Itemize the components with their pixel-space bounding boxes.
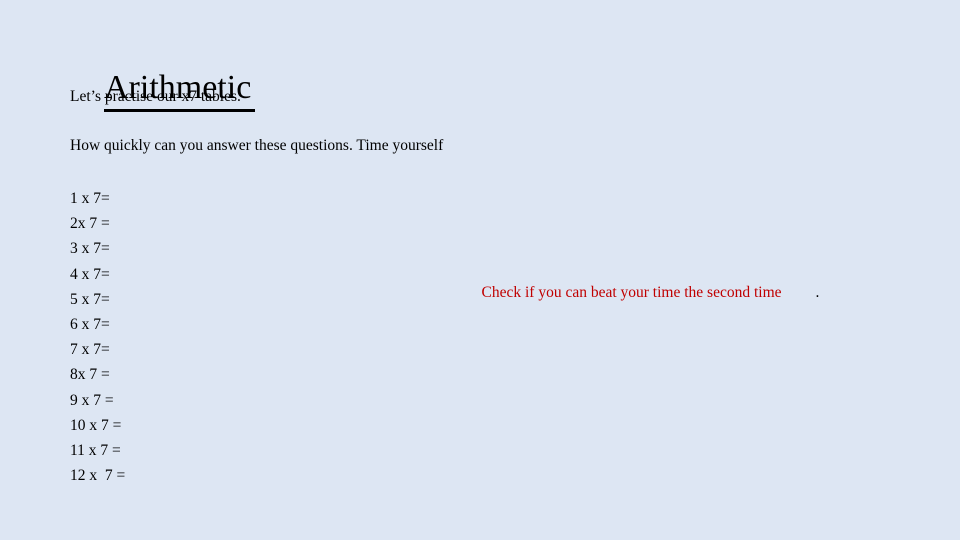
list-item: 2x 7 = <box>70 215 110 233</box>
note-trailing-period: . <box>815 284 820 301</box>
note-text: Check if you can beat your time the seco… <box>481 284 782 301</box>
list-item: 9 x 7 = <box>70 391 114 409</box>
list-item: 10 x 7 = <box>70 416 122 434</box>
list-item: 5 x 7= <box>70 290 110 308</box>
slide-canvas: Arithmetic Let’s practise our x7 tables.… <box>0 0 960 540</box>
note-callout: Check if you can beat your time the seco… <box>466 263 820 323</box>
list-item: 7 x 7= <box>70 341 110 359</box>
list-item: 6 x 7= <box>70 316 110 334</box>
list-item: 8x 7 = <box>70 366 110 384</box>
list-item: 11 x 7 = <box>70 442 121 460</box>
intro-line-2: How quickly can you answer these questio… <box>70 137 444 154</box>
question-list: 1 x 7= 2x 7 = 3 x 7= 4 x 7= 5 x 7= 6 x 7… <box>70 186 125 488</box>
list-item: 1 x 7= <box>70 190 110 207</box>
intro-line-1: Let’s practise our x7 tables. <box>70 88 241 105</box>
list-item: 4 x 7= <box>70 265 110 283</box>
list-item: 12 x 7 = <box>70 467 126 485</box>
list-item: 3 x 7= <box>70 240 110 258</box>
